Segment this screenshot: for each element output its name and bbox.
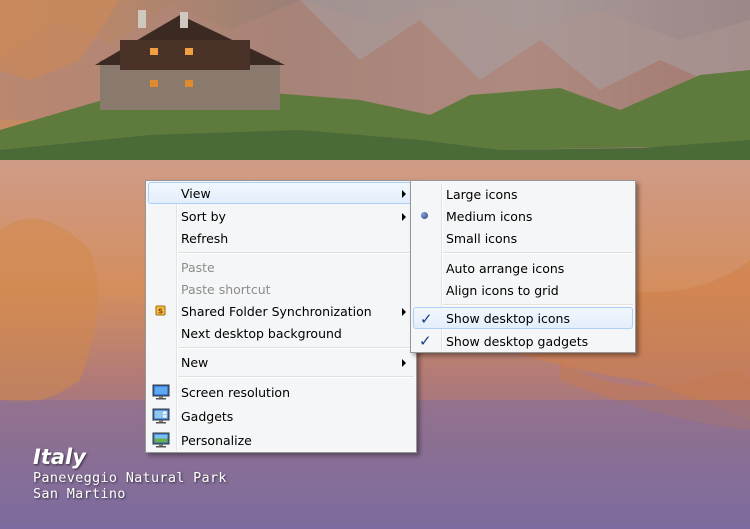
menu-item-label: Auto arrange icons <box>446 261 565 276</box>
submenu-item-align-to-grid[interactable]: Align icons to grid <box>413 279 633 301</box>
radio-bullet-icon <box>421 212 428 219</box>
svg-text:S: S <box>158 308 163 316</box>
menu-separator <box>178 252 414 254</box>
menu-item-view[interactable]: View <box>148 182 414 204</box>
menu-item-screen-resolution[interactable]: Screen resolution <box>148 381 414 403</box>
menu-item-personalize[interactable]: Personalize <box>148 429 414 451</box>
menu-item-label: View <box>181 186 211 201</box>
menu-item-label: Paste shortcut <box>181 282 271 297</box>
submenu-item-large-icons[interactable]: Large icons <box>413 183 633 205</box>
wallpaper-subtitle: Paneveggio Natural Park <box>33 470 227 486</box>
submenu-item-show-desktop-icons[interactable]: ✓ Show desktop icons <box>413 307 633 329</box>
monitor-icon <box>152 383 170 401</box>
menu-item-label: Medium icons <box>446 209 533 224</box>
personalize-icon <box>152 431 170 449</box>
menu-item-label: Shared Folder Synchronization <box>181 304 372 319</box>
submenu-item-auto-arrange[interactable]: Auto arrange icons <box>413 257 633 279</box>
menu-item-label: Large icons <box>446 187 518 202</box>
menu-separator <box>178 347 414 349</box>
menu-separator <box>178 376 414 378</box>
submenu-arrow-icon <box>402 359 406 367</box>
checkmark-icon: ✓ <box>420 310 433 328</box>
menu-separator <box>443 252 633 254</box>
menu-item-paste-shortcut[interactable]: Paste shortcut <box>148 278 414 300</box>
wallpaper-location: San Martino <box>33 486 126 502</box>
view-submenu: Large icons Medium icons Small icons Aut… <box>410 180 636 353</box>
submenu-arrow-icon <box>402 213 406 221</box>
submenu-item-medium-icons[interactable]: Medium icons <box>413 205 633 227</box>
sync-folder-icon: S <box>152 302 170 320</box>
menu-item-new[interactable]: New <box>148 351 414 373</box>
menu-item-shared-folder-sync[interactable]: S Shared Folder Synchronization <box>148 300 414 322</box>
submenu-arrow-icon <box>402 308 406 316</box>
menu-separator <box>443 304 633 306</box>
menu-item-label: Align icons to grid <box>446 283 559 298</box>
gadgets-icon <box>152 407 170 425</box>
menu-item-label: Paste <box>181 260 215 275</box>
menu-item-paste[interactable]: Paste <box>148 256 414 278</box>
menu-item-next-desktop-background[interactable]: Next desktop background <box>148 322 414 344</box>
checkmark-icon: ✓ <box>419 332 432 350</box>
menu-item-label: Sort by <box>181 209 226 224</box>
submenu-arrow-icon <box>402 190 406 198</box>
submenu-item-small-icons[interactable]: Small icons <box>413 227 633 249</box>
submenu-item-show-desktop-gadgets[interactable]: ✓ Show desktop gadgets <box>413 330 633 352</box>
menu-item-refresh[interactable]: Refresh <box>148 227 414 249</box>
menu-item-label: Next desktop background <box>181 326 342 341</box>
menu-item-label: Small icons <box>446 231 518 246</box>
menu-item-label: Personalize <box>181 433 252 448</box>
menu-item-sort-by[interactable]: Sort by <box>148 205 414 227</box>
menu-item-label: Show desktop icons <box>446 311 570 326</box>
menu-item-label: New <box>181 355 209 370</box>
desktop-context-menu: View Sort by Refresh Paste Paste shortcu… <box>145 180 417 453</box>
menu-item-label: Gadgets <box>181 409 234 424</box>
menu-item-label: Refresh <box>181 231 229 246</box>
menu-item-label: Screen resolution <box>181 385 291 400</box>
menu-item-label: Show desktop gadgets <box>446 334 589 349</box>
menu-item-gadgets[interactable]: Gadgets <box>148 405 414 427</box>
